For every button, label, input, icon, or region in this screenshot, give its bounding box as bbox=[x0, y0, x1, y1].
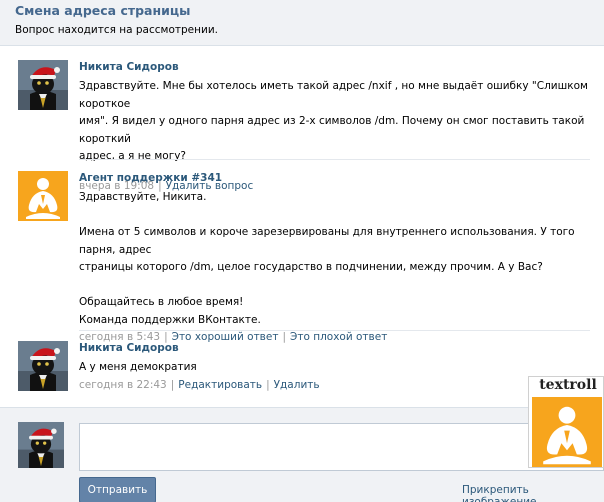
cat-santa-avatar-icon[interactable] bbox=[18, 341, 68, 391]
page-header: Смена адреса страницы Вопрос находится н… bbox=[0, 0, 604, 46]
divider bbox=[79, 330, 590, 331]
message-line: А у меня демократия bbox=[79, 361, 197, 373]
edit-link[interactable]: Редактировать bbox=[178, 379, 262, 391]
support-agent-avatar-icon bbox=[532, 397, 602, 467]
message-line bbox=[79, 207, 589, 225]
send-button[interactable]: Отправить bbox=[79, 477, 156, 502]
message-line: Здравствуйте, Никита. bbox=[79, 191, 207, 203]
message-text: Здравствуйте, Никита. Имена от 5 символо… bbox=[79, 189, 589, 329]
divider bbox=[79, 159, 590, 160]
message-text: Здравствуйте. Мне бы хотелось иметь тако… bbox=[79, 78, 589, 166]
message-meta: сегодня в 22:43 | Редактировать | Удалить bbox=[79, 378, 320, 391]
page-title: Смена адреса страницы bbox=[15, 3, 191, 18]
message-line: имя". Я видел у одного парня адрес из 2-… bbox=[79, 115, 585, 145]
message-line bbox=[79, 277, 589, 295]
message-item: Никита Сидоров А у меня демократия сегод… bbox=[15, 341, 590, 396]
message-line: Обращайтесь в любое время! bbox=[79, 296, 244, 308]
watermark-text: textroll bbox=[539, 377, 597, 393]
reply-area: Отправить Прикрепить изображение bbox=[0, 407, 604, 502]
message-line: Здравствуйте. Мне бы хотелось иметь тако… bbox=[79, 80, 588, 110]
status-text: Вопрос находится на рассмотрении. bbox=[15, 24, 218, 36]
message-line: Команда поддержки ВКонтакте. bbox=[79, 313, 261, 326]
message-text: А у меня демократия bbox=[79, 359, 589, 377]
cat-santa-avatar-icon bbox=[18, 422, 64, 468]
message-author[interactable]: Никита Сидоров bbox=[79, 60, 589, 74]
message-author[interactable]: Никита Сидоров bbox=[79, 341, 589, 355]
message-line: страницы которого /dm, целое государство… bbox=[79, 261, 543, 273]
support-agent-avatar-icon[interactable] bbox=[18, 171, 68, 221]
message-item: Никита Сидоров Здравствуйте. Мне бы хоте… bbox=[15, 60, 590, 192]
reply-textarea[interactable] bbox=[79, 423, 604, 471]
textroll-watermark: textroll bbox=[528, 376, 604, 468]
cat-santa-avatar-icon[interactable] bbox=[18, 60, 68, 110]
message-line: адрес, а я не могу? bbox=[79, 150, 187, 162]
message-item: Агент поддержки #341 Здравствуйте, Никит… bbox=[15, 171, 590, 343]
delete-link[interactable]: Удалить bbox=[274, 379, 320, 391]
message-author[interactable]: Агент поддержки #341 bbox=[79, 171, 589, 185]
message-line: Имена от 5 символов и короче зарезервиро… bbox=[79, 226, 575, 256]
attach-image-link[interactable]: Прикрепить изображение bbox=[462, 484, 604, 502]
message-time: сегодня в 22:43 bbox=[79, 378, 167, 391]
